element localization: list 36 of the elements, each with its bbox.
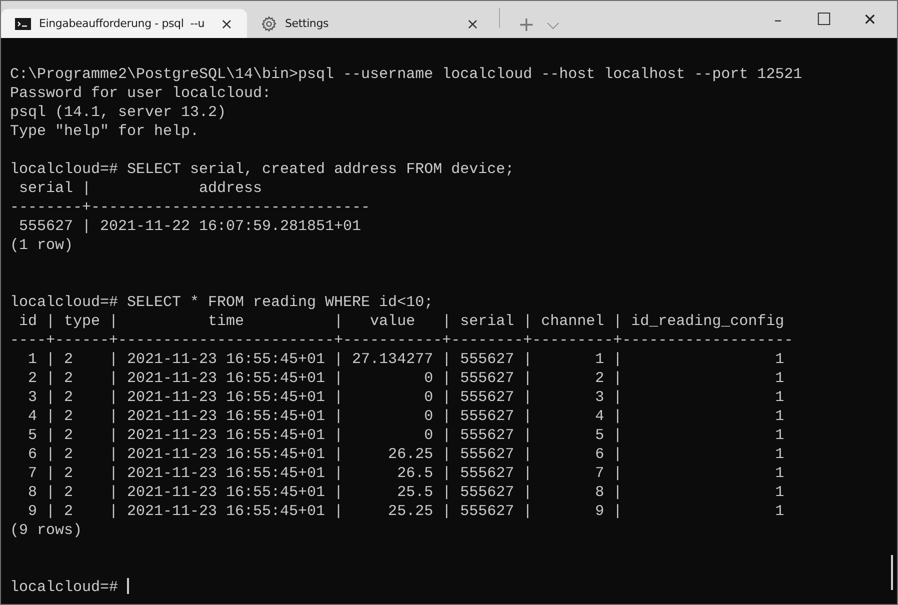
terminal-line: 9 | 2 | 2021-11-23 16:55:45+01 | 25.25 | 555627 | 9 | 1 xyxy=(27,503,784,520)
terminal-line: serial | address xyxy=(18,180,262,197)
close-tab-button[interactable]: × xyxy=(462,14,483,32)
terminal-line: localcloud=# SELECT * FROM reading WHERE id<10; xyxy=(10,294,434,311)
terminal-line: 555627 | 2021-11-22 16:07:59.281851+01 xyxy=(18,218,362,235)
tab[interactable]: Eingabeaufforderung - psql --u × xyxy=(1,9,247,38)
terminal-line: ----+------+------------------------+-----------+--------+---------+------------------- xyxy=(10,332,794,349)
terminal-line: 7 | 2 | 2021-11-23 16:55:45+01 | 26.5 | 555627 | 7 | 1 xyxy=(27,465,784,482)
terminal-icon xyxy=(15,18,31,30)
terminal-line: localcloud=# SELECT serial, created address FROM device; xyxy=(10,161,514,178)
terminal-line: Type "help" for help. xyxy=(10,123,200,140)
terminal-line: (1 row) xyxy=(10,237,74,254)
terminal-line: 5 | 2 | 2021-11-23 16:55:45+01 | 0 | 555627 | 5 | 1 xyxy=(27,427,784,444)
terminal-line: 1 | 2 | 2021-11-23 16:55:45+01 | 27.134277 | 555627 | 1 | 1 xyxy=(27,351,784,368)
terminal-line: C:\Programme2\PostgreSQL\14\bin>psql --username localcloud --host localhost --port 12521 xyxy=(10,66,802,83)
maximize-button[interactable]: ☐ xyxy=(801,1,847,38)
terminal-line: 3 | 2 | 2021-11-23 16:55:45+01 | 0 | 555627 | 3 | 1 xyxy=(27,389,784,406)
terminal-line: --------+------------------------------- xyxy=(10,199,370,216)
terminal-line: psql (14.1, server 13.2) xyxy=(10,104,226,121)
terminal-line: 6 | 2 | 2021-11-23 16:55:45+01 | 26.25 | 555627 | 6 | 1 xyxy=(27,446,784,463)
terminal-line: 8 | 2 | 2021-11-23 16:55:45+01 | 25.5 | 555627 | 8 | 1 xyxy=(27,484,784,501)
close-tab-button[interactable]: × xyxy=(216,14,237,32)
text-cursor xyxy=(127,578,130,594)
terminal-line: (9 rows) xyxy=(10,522,82,539)
settings-icon xyxy=(261,16,277,32)
scrollbar-thumb[interactable] xyxy=(891,555,893,590)
minimize-button[interactable]: – xyxy=(755,1,801,38)
terminal-line: 4 | 2 | 2021-11-23 16:55:45+01 | 0 | 555627 | 4 | 1 xyxy=(27,408,784,425)
terminal-prompt: localcloud=# xyxy=(10,579,120,596)
tab-title: Settings xyxy=(285,17,330,30)
terminal-line: id | type | time | value | serial | channel | id_reading_config xyxy=(18,313,784,330)
close-button[interactable]: ✕ xyxy=(847,1,893,38)
tab-title: Eingabeaufforderung - psql --u xyxy=(39,17,206,30)
terminal-line: 2 | 2 | 2021-11-23 16:55:45+01 | 0 | 555627 | 2 | 1 xyxy=(27,370,784,387)
terminal-line: Password for user localcloud: xyxy=(10,85,272,102)
tab[interactable]: Settings × xyxy=(247,9,493,38)
